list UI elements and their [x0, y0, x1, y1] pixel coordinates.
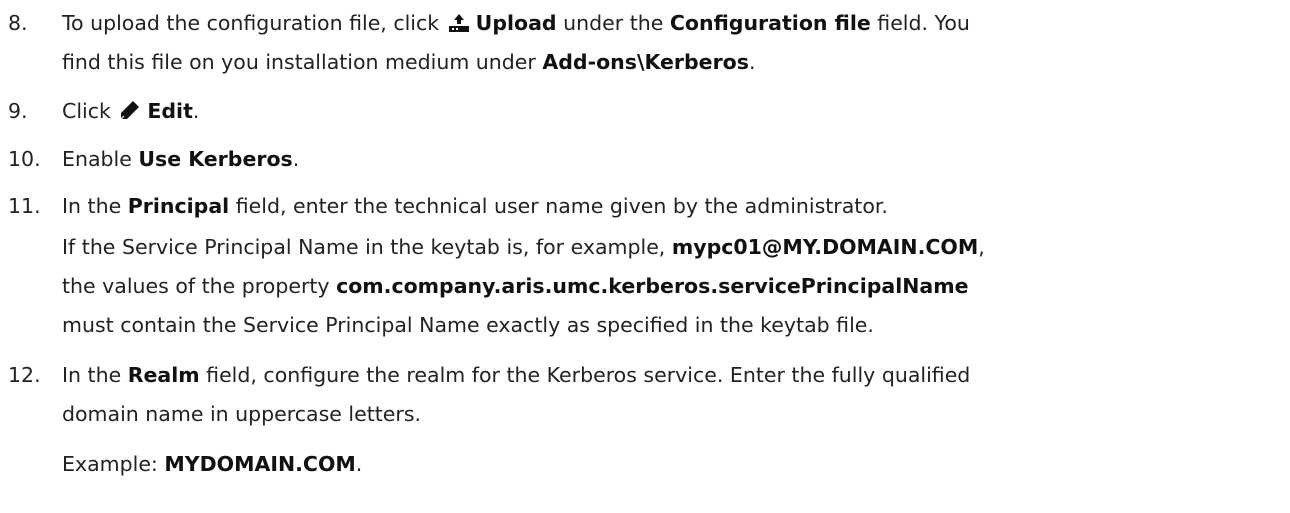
step-number: 9. [8, 99, 28, 123]
text-run: field, configure the realm for the Kerbe… [199, 363, 971, 387]
ui-term-realm: Realm [127, 363, 200, 387]
step-line: domain name in uppercase letters. [62, 395, 1277, 434]
step-line: In the Principal field, enter the techni… [62, 187, 1277, 226]
ui-term-use-kerberos: Use Kerberos [138, 147, 293, 171]
text-run: Enable [62, 147, 139, 171]
pencil-icon [119, 95, 141, 134]
example-domain: MYDOMAIN.COM [164, 452, 356, 476]
step-11-note: If the Service Principal Name in the key… [62, 228, 1277, 345]
step-line: Enable Use Kerberos. [62, 140, 1277, 179]
step-text: In the Principal field, enter the techni… [62, 187, 1277, 226]
ui-term-edit: Edit [147, 99, 193, 123]
text-run: To upload the configuration file, click [62, 11, 446, 35]
text-run: field. You [870, 11, 970, 35]
step-12-example: Example: MYDOMAIN.COM. [62, 445, 1277, 484]
ui-term-principal: Principal [127, 194, 230, 218]
ui-term-path: Add-ons\Kerberos [542, 50, 749, 74]
text-run: domain name in uppercase letters. [62, 402, 422, 426]
text-run: . [355, 452, 363, 476]
example-line: Example: MYDOMAIN.COM. [62, 445, 1277, 484]
step-number: 10. [8, 147, 41, 171]
text-run: the values of the property [62, 274, 337, 298]
note-line: the values of the property com.company.a… [62, 267, 1277, 306]
text-run: , [978, 235, 985, 259]
step-line: find this file on you installation mediu… [62, 43, 1277, 82]
text-run: find this file on you installation mediu… [62, 50, 543, 74]
step-number: 12. [8, 363, 41, 387]
text-run: . [292, 147, 300, 171]
step-text: In the Realm field, configure the realm … [62, 356, 1277, 434]
text-run: Example: [62, 452, 165, 476]
step-line: To upload the configuration file, click … [62, 4, 1277, 43]
note-line: If the Service Principal Name in the key… [62, 228, 1277, 267]
step-text: Enable Use Kerberos. [62, 140, 1277, 179]
note-line: must contain the Service Principal Name … [62, 306, 1277, 345]
text-run: Click [62, 99, 118, 123]
step-number: 11. [8, 194, 41, 218]
instruction-document: 8. To upload the configuration file, cli… [0, 0, 1290, 513]
text-run: . [192, 99, 200, 123]
text-run: In the [62, 363, 128, 387]
upload-icon [448, 7, 470, 46]
step-text: Click Edit. [62, 92, 1277, 131]
text-run: field, enter the technical user name giv… [229, 194, 888, 218]
step-number: 8. [8, 11, 28, 35]
ui-term-upload: Upload [475, 11, 557, 35]
text-run: . [748, 50, 756, 74]
text-run: If the Service Principal Name in the key… [62, 235, 672, 259]
example-principal: mypc01@MY.DOMAIN.COM [671, 235, 979, 259]
step-text: To upload the configuration file, click … [62, 4, 1277, 82]
ui-term-configuration-file: Configuration file [669, 11, 871, 35]
step-line: Click Edit. [62, 92, 1277, 131]
text-run: must contain the Service Principal Name … [62, 313, 874, 337]
property-name: com.company.aris.umc.kerberos.servicePri… [336, 274, 969, 298]
text-run: In the [62, 194, 128, 218]
step-line: In the Realm field, configure the realm … [62, 356, 1277, 395]
text-run: under the [556, 11, 670, 35]
